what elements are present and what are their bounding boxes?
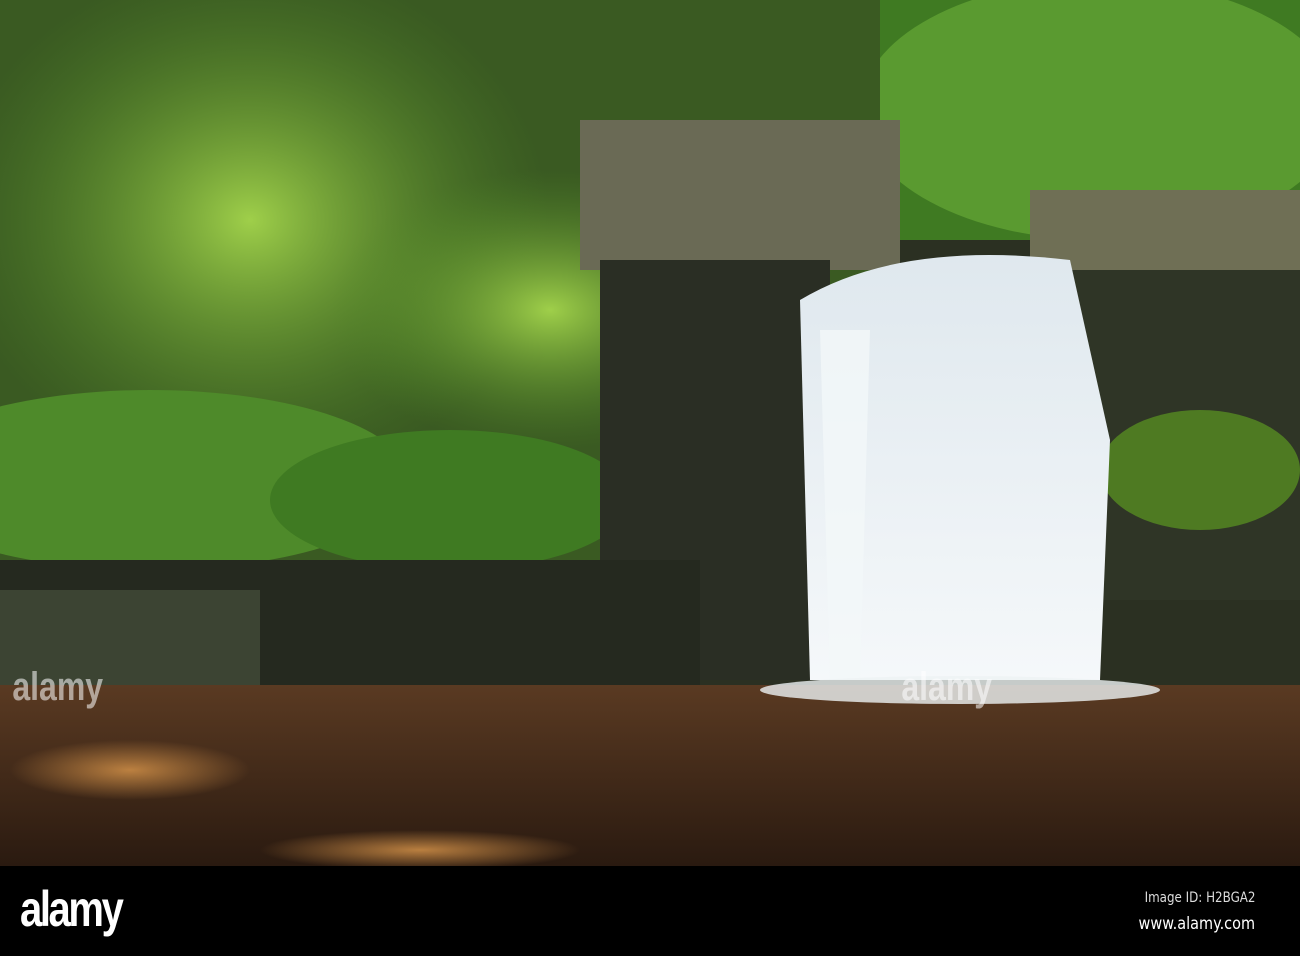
image-id: Image ID: H2BGA2: [1144, 890, 1255, 906]
watermark: alamy: [901, 665, 993, 709]
footer-bar: alamy Image ID: H2BGA2 www.alamy.com: [0, 866, 1300, 956]
alamy-logo: alamy: [20, 881, 124, 937]
waterfall-photo: [0, 0, 1300, 866]
watermark: alamy: [12, 665, 104, 709]
website-link: www.alamy.com: [1138, 914, 1255, 934]
